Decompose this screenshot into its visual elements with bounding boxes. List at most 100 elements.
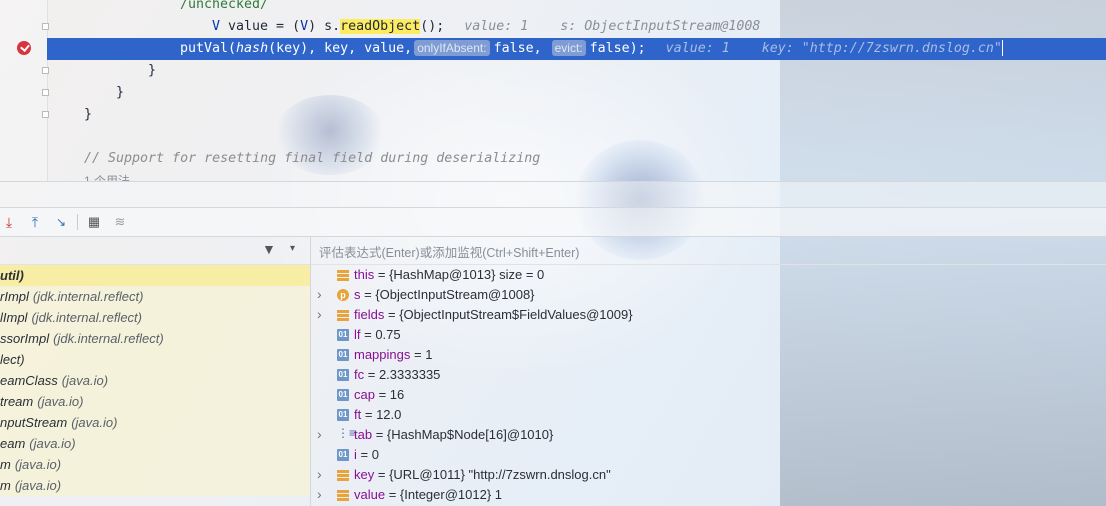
field-icon bbox=[337, 470, 349, 473]
variable-name: mappings bbox=[354, 347, 411, 362]
usage-hint[interactable]: 1 个用法 bbox=[84, 170, 130, 181]
variable-value: 0.75 bbox=[375, 327, 401, 342]
evaluate-expression-icon[interactable]: ▦ bbox=[85, 213, 103, 231]
code-token: false, bbox=[493, 41, 542, 56]
equals-sign: = bbox=[361, 407, 377, 422]
frame-method: tream bbox=[0, 394, 34, 409]
text-caret bbox=[1001, 40, 1003, 56]
stack-frame[interactable]: ssorImpl (jdk.internal.reflect) bbox=[0, 328, 310, 349]
equals-sign: = bbox=[372, 427, 387, 442]
variable-row[interactable]: › value = {Integer@1012} 1 bbox=[311, 485, 1106, 505]
expand-chevron-icon[interactable]: › bbox=[317, 425, 327, 443]
expand-chevron-icon[interactable]: › bbox=[317, 485, 327, 503]
variable-name: value bbox=[354, 487, 386, 502]
stack-frame[interactable]: eamClass (java.io) bbox=[0, 370, 310, 391]
fold-marker[interactable] bbox=[42, 23, 49, 30]
code-line-annotation: /unchecked/ bbox=[180, 0, 269, 12]
code-token: (key), key, value, bbox=[268, 41, 413, 56]
stack-frame[interactable]: rImpl (jdk.internal.reflect) bbox=[0, 286, 310, 307]
watch-input-bar[interactable]: 评估表达式(Enter)或添加监视(Ctrl+Shift+Enter) bbox=[311, 236, 1106, 265]
frame-method: eam bbox=[0, 436, 26, 451]
frames-header: ▼ ▾ bbox=[0, 236, 310, 265]
variable-value: {ObjectInputStream$FieldValues@1009} bbox=[399, 307, 633, 322]
panel-divider[interactable] bbox=[0, 181, 1106, 208]
expand-chevron-icon[interactable]: › bbox=[317, 465, 327, 483]
equals-sign: = bbox=[384, 307, 400, 322]
stack-frame[interactable]: m (java.io) bbox=[0, 454, 310, 475]
code-line-brace: } bbox=[148, 63, 157, 78]
parameter-hint-badge: evict: bbox=[551, 40, 586, 56]
primitive-icon: 01 bbox=[337, 389, 349, 401]
breakpoint-icon[interactable] bbox=[17, 41, 31, 55]
expand-chevron-icon[interactable]: › bbox=[317, 305, 327, 323]
field-icon bbox=[337, 310, 349, 313]
variable-row[interactable]: › key = {URL@1011} "http://7zswrn.dnslog.… bbox=[311, 465, 1106, 485]
frame-method: util) bbox=[0, 268, 24, 283]
stack-frame[interactable]: nputStream (java.io) bbox=[0, 412, 310, 433]
method-token-highlighted: readObject bbox=[340, 19, 421, 34]
chevron-down-icon[interactable]: ▾ bbox=[290, 243, 295, 254]
variable-value: 12.0 bbox=[376, 407, 402, 422]
stack-frame[interactable]: tream (java.io) bbox=[0, 391, 310, 412]
step-out-icon[interactable]: ⤒ bbox=[26, 213, 44, 231]
stack-frame[interactable]: util) bbox=[0, 265, 310, 286]
filter-icon[interactable]: ▼ bbox=[262, 241, 276, 257]
variable-row[interactable]: › fields = {ObjectInputStream$FieldValues… bbox=[311, 305, 1106, 325]
frame-package: (jdk.internal.reflect) bbox=[32, 289, 144, 304]
frame-package: (java.io) bbox=[29, 436, 76, 451]
equals-sign: = bbox=[374, 267, 390, 282]
variable-text: fields = {ObjectInputStream$FieldValues@… bbox=[354, 305, 633, 325]
code-editor[interactable]: /unchecked/ V value = (V) s.readObject()… bbox=[0, 0, 1106, 181]
equals-sign: = bbox=[360, 327, 376, 342]
code-token: false); bbox=[589, 41, 646, 56]
trace-stream-icon[interactable]: ≋ bbox=[111, 213, 129, 231]
step-into-icon[interactable]: ⤓ bbox=[0, 213, 18, 231]
code-token: (); bbox=[420, 19, 445, 34]
array-icon: ⋮≡ bbox=[337, 426, 357, 440]
expand-chevron-icon[interactable]: › bbox=[317, 285, 327, 303]
toolbar-separator bbox=[77, 214, 78, 230]
frame-package: (java.io) bbox=[14, 457, 62, 472]
frame-package: (java.io) bbox=[14, 478, 62, 493]
fold-marker[interactable] bbox=[42, 111, 49, 118]
frame-package: (java.io) bbox=[37, 394, 84, 409]
variable-text: lf = 0.75 bbox=[354, 325, 401, 345]
stack-frame[interactable]: lImpl (jdk.internal.reflect) bbox=[0, 307, 310, 328]
variable-value: {HashMap@1013} size = 0 bbox=[389, 267, 545, 282]
equals-sign: = bbox=[374, 467, 390, 482]
stack-frame[interactable]: m (java.io) bbox=[0, 475, 310, 496]
variable-row[interactable]: 01 lf = 0.75 bbox=[311, 325, 1106, 345]
variable-row[interactable]: this = {HashMap@1013} size = 0 bbox=[311, 265, 1106, 285]
variable-name: fc bbox=[354, 367, 365, 382]
stack-frame[interactable]: eam (java.io) bbox=[0, 433, 310, 454]
stack-frame[interactable]: lect) bbox=[0, 349, 310, 370]
parameter-hint-badge: onlyIfAbsent: bbox=[414, 40, 490, 56]
variable-value: {HashMap$Node[16]@1010} bbox=[386, 427, 554, 442]
variable-text: i = 0 bbox=[354, 445, 379, 465]
variable-row[interactable]: 01 cap = 16 bbox=[311, 385, 1106, 405]
variable-row[interactable]: 01 fc = 2.3333335 bbox=[311, 365, 1106, 385]
variable-row[interactable]: 01 ft = 12.0 bbox=[311, 405, 1106, 425]
frame-method: lImpl bbox=[0, 310, 28, 325]
debug-toolbar: ⤓ ⤒ ↘ ▦ ≋ bbox=[0, 207, 1106, 237]
primitive-icon: 01 bbox=[337, 349, 349, 361]
variable-row[interactable]: › ⋮≡ tab = {HashMap$Node[16]@1010} bbox=[311, 425, 1106, 445]
equals-sign: = bbox=[385, 487, 400, 502]
variable-row[interactable]: 01 mappings = 1 bbox=[311, 345, 1106, 365]
variable-name: this bbox=[354, 267, 375, 282]
frame-method: lect) bbox=[0, 352, 25, 367]
variable-row[interactable]: 01 i = 0 bbox=[311, 445, 1106, 465]
frame-method: eamClass bbox=[0, 373, 58, 388]
variable-text: tab = {HashMap$Node[16]@1010} bbox=[354, 425, 553, 445]
field-icon bbox=[337, 490, 349, 493]
frame-package: (jdk.internal.reflect) bbox=[31, 310, 142, 325]
primitive-icon: 01 bbox=[337, 369, 349, 381]
fold-marker[interactable] bbox=[42, 67, 49, 74]
run-to-cursor-icon[interactable]: ↘ bbox=[52, 213, 70, 231]
variable-value: 16 bbox=[389, 387, 405, 402]
equals-sign: = bbox=[356, 447, 372, 462]
code-token: putVal( bbox=[180, 41, 237, 56]
variable-text: value = {Integer@1012} 1 bbox=[354, 485, 502, 505]
fold-marker[interactable] bbox=[42, 89, 49, 96]
variable-row[interactable]: › p s = {ObjectInputStream@1008} bbox=[311, 285, 1106, 305]
